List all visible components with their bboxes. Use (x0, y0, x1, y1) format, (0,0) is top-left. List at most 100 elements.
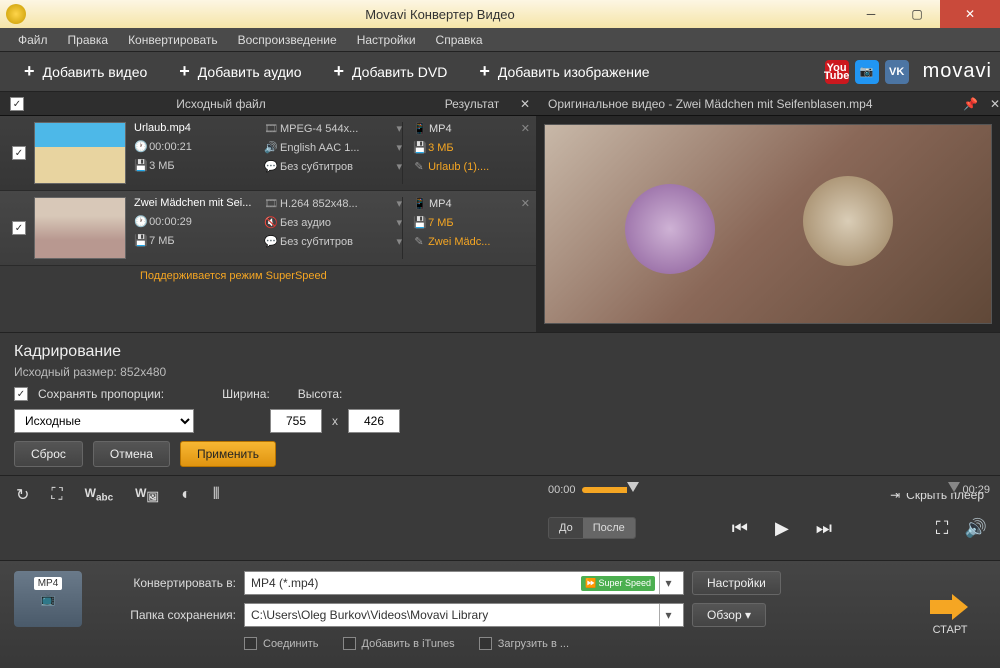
thumbnail[interactable] (34, 197, 126, 259)
seek-knob-icon[interactable] (627, 482, 639, 492)
file-duration: 00:00:29 (149, 216, 192, 228)
clock-icon: 🕐 (134, 215, 146, 228)
menu-playback[interactable]: Воспроизведение (228, 28, 347, 52)
out-name[interactable]: Urlaub (1).... (428, 161, 489, 173)
watermark-image-icon[interactable]: W🖼 (135, 486, 159, 503)
codec-dropdown[interactable]: 🎞MPEG-4 544x...▾ (264, 122, 402, 135)
add-image-button[interactable]: +Добавить изображение (463, 52, 665, 91)
device-icon: 📱 (413, 197, 425, 210)
superspeed-note: Поддерживается режим SuperSpeed (0, 266, 536, 286)
start-button[interactable]: СТАРТ (914, 571, 986, 658)
apply-button[interactable]: Применить (180, 441, 276, 467)
file-row[interactable]: ✓ Zwei Mädchen mit Sei... 🕐 00:00:29 💾 7… (0, 191, 536, 266)
menu-help[interactable]: Справка (426, 28, 493, 52)
add-dvd-button[interactable]: +Добавить DVD (318, 52, 464, 91)
clock-icon: 🕐 (134, 140, 146, 153)
youtube-icon[interactable]: YouTube (825, 60, 849, 84)
seek-end-icon[interactable] (948, 482, 960, 492)
plus-icon: + (179, 61, 190, 82)
before-after-toggle[interactable]: До После (548, 517, 636, 539)
plus-icon: + (334, 61, 345, 82)
maximize-button[interactable]: ▢ (894, 0, 940, 28)
save-folder-field[interactable]: C:\Users\Oleg Burkov\Videos\Movavi Libra… (244, 603, 684, 627)
add-audio-button[interactable]: +Добавить аудио (163, 52, 317, 91)
chat-icon: 💬 (264, 160, 276, 173)
window-title: Movavi Конвертер Видео (32, 7, 848, 22)
close-button[interactable]: ✕ (940, 0, 1000, 28)
browse-button[interactable]: Обзор ▾ (692, 603, 766, 627)
chevron-down-icon[interactable]: ▾ (659, 572, 677, 594)
file-checkbox[interactable]: ✓ (12, 146, 26, 160)
camera-icon[interactable]: 📷 (855, 60, 879, 84)
film-icon: 🎞 (264, 122, 276, 135)
cancel-button[interactable]: Отмена (93, 441, 170, 467)
itunes-checkbox[interactable]: Добавить в iTunes (343, 637, 455, 650)
pin-icon[interactable]: 📌 (963, 97, 978, 111)
plus-icon: + (479, 61, 490, 82)
app-logo-icon (6, 4, 26, 24)
height-input[interactable] (348, 409, 400, 433)
codec-dropdown[interactable]: 🎞H.264 852x48...▾ (264, 197, 402, 210)
close-result-icon[interactable]: ✕ (520, 97, 530, 111)
keep-ratio-checkbox[interactable]: ✓ (14, 387, 28, 401)
disk-icon: 💾 (134, 159, 146, 172)
column-headers: ✓ Исходный файл Результат✕ Оригинальное … (0, 92, 1000, 116)
play-button[interactable]: ▶ (768, 518, 796, 539)
chat-icon: 💬 (264, 235, 276, 248)
close-preview-icon[interactable]: ✕ (990, 97, 1000, 111)
chevron-down-icon[interactable]: ▾ (659, 604, 677, 626)
width-input[interactable] (270, 409, 322, 433)
preview-pane (536, 116, 1000, 332)
toggle-before[interactable]: До (549, 518, 583, 538)
toggle-after[interactable]: После (583, 518, 635, 538)
volume-icon[interactable]: 🔊 (962, 518, 990, 539)
remove-icon[interactable]: ✕ (521, 197, 530, 210)
brand-logo: movavi (923, 60, 992, 83)
menu-settings[interactable]: Настройки (347, 28, 426, 52)
watermark-text-icon[interactable]: Wabc (85, 486, 114, 503)
subs-dropdown[interactable]: 💬Без субтитров▾ (264, 160, 402, 173)
next-button[interactable]: ⏭ (810, 518, 838, 539)
reset-button[interactable]: Сброс (14, 441, 83, 467)
convert-to-select[interactable]: MP4 (*.mp4) ⏩ Super Speed ▾ (244, 571, 684, 595)
vk-icon[interactable]: VK (885, 60, 909, 84)
minimize-button[interactable]: ─ (848, 0, 894, 28)
disk-icon: 💾 (413, 141, 425, 154)
out-name[interactable]: Zwei Mädc... (428, 236, 490, 248)
preview-video[interactable] (544, 124, 992, 324)
equalizer-icon[interactable]: ⫴ (213, 486, 220, 504)
brightness-icon[interactable]: ◐ (181, 486, 191, 504)
join-checkbox[interactable]: Соединить (244, 637, 319, 650)
file-size: 3 МБ (149, 160, 175, 172)
format-preview-icon: MP4📺 (14, 571, 82, 627)
crop-preset-select[interactable]: Исходные (14, 409, 194, 433)
save-folder-label: Папка сохранения: (96, 608, 236, 622)
upload-checkbox[interactable]: Загрузить в ... (479, 637, 569, 650)
thumbnail[interactable] (34, 122, 126, 184)
select-all-checkbox[interactable]: ✓ (10, 97, 24, 111)
settings-button[interactable]: Настройки (692, 571, 781, 595)
time-start: 00:00 (548, 484, 576, 496)
subs-dropdown[interactable]: 💬Без субтитров▾ (264, 235, 402, 248)
prev-button[interactable]: ⏮ (726, 518, 754, 539)
player-seekbar-row: 00:00 00:29 (548, 484, 990, 496)
fullscreen-icon[interactable]: ⛶ (928, 518, 956, 539)
film-icon: 🎞 (264, 197, 276, 210)
file-checkbox[interactable]: ✓ (12, 221, 26, 235)
add-video-button[interactable]: +Добавить видео (8, 52, 163, 91)
menu-convert[interactable]: Конвертировать (118, 28, 228, 52)
audio-dropdown[interactable]: 🔊English AAC 1...▾ (264, 141, 402, 154)
menu-file[interactable]: Файл (8, 28, 58, 52)
rotate-icon[interactable]: ↻ (16, 485, 29, 505)
remove-icon[interactable]: ✕ (521, 122, 530, 135)
crop-icon[interactable]: ⛶ (51, 486, 62, 504)
pencil-icon: ✎ (413, 160, 425, 173)
file-row[interactable]: ✓ Urlaub.mp4 🕐 00:00:21 💾 3 МБ 🎞MPEG-4 5… (0, 116, 536, 191)
file-name: Zwei Mädchen mit Sei... (134, 197, 264, 209)
menu-edit[interactable]: Правка (58, 28, 119, 52)
start-arrow-icon (930, 594, 970, 620)
seek-slider[interactable] (582, 487, 957, 493)
times-label: x (332, 414, 338, 428)
add-video-label: Добавить видео (43, 64, 148, 80)
audio-dropdown[interactable]: 🔇Без аудио▾ (264, 216, 402, 229)
